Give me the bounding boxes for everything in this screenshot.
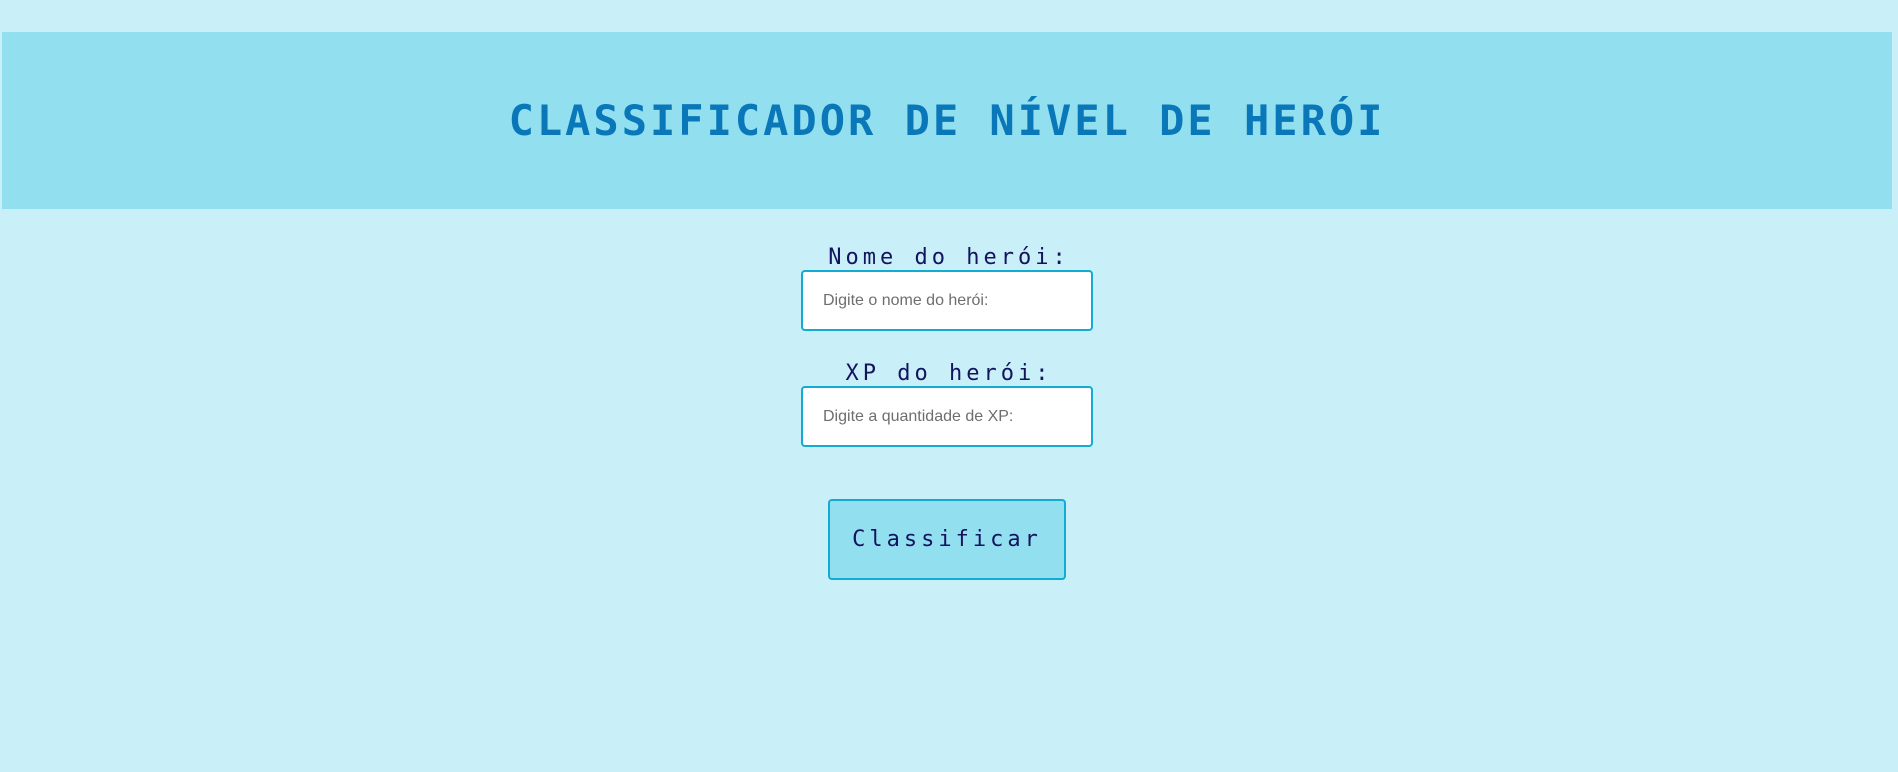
classify-button[interactable]: Classificar	[828, 499, 1066, 580]
hero-xp-label: XP do herói:	[845, 361, 1053, 386]
hero-xp-input[interactable]	[801, 386, 1093, 447]
page-header: Classificador de Nível de Herói	[2, 32, 1892, 209]
hero-name-label: Nome do herói:	[828, 245, 1070, 270]
hero-name-input[interactable]	[801, 270, 1093, 331]
page-title: Classificador de Nível de Herói	[508, 96, 1386, 145]
